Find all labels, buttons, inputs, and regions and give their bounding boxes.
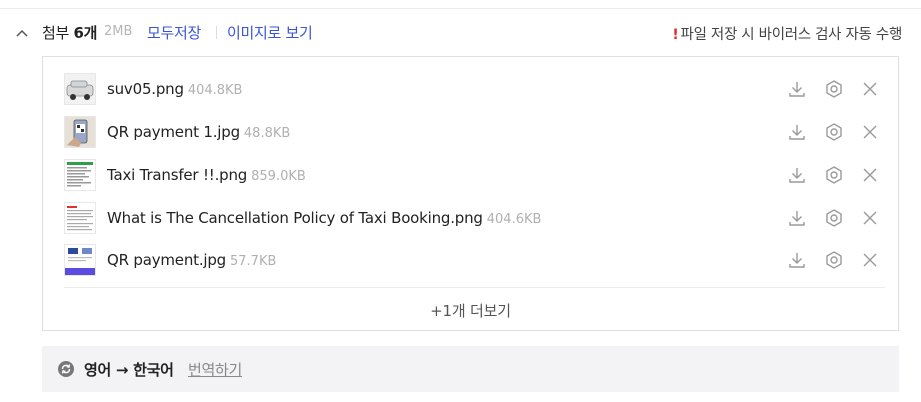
- virus-scan-icon[interactable]: [824, 165, 844, 185]
- file-size: 57.7KB: [230, 254, 277, 269]
- file-name[interactable]: Taxi Transfer !!.png 859.0KB: [107, 166, 306, 184]
- attachment-row: What is The Cancellation Policy of Taxi …: [43, 197, 898, 240]
- attachments-count: 6개: [73, 24, 98, 42]
- show-more-button[interactable]: +1개 더보기: [43, 300, 898, 321]
- virus-scan-icon[interactable]: [824, 79, 844, 99]
- attachments-header: 첨부 6개 2MB 모두저장 이미지로 보기 ! 파일 저장 시 바이러스 검사 …: [0, 17, 921, 47]
- file-thumbnail[interactable]: [64, 116, 96, 148]
- file-thumbnail[interactable]: [64, 202, 96, 234]
- virus-scan-icon[interactable]: [824, 250, 844, 270]
- file-size: 48.8KB: [243, 126, 291, 141]
- download-icon[interactable]: [787, 250, 807, 270]
- attachment-list: suv05.png 404.8KB QR payment 1.jpg 48.8KB: [42, 56, 899, 331]
- download-icon[interactable]: [787, 208, 807, 228]
- file-thumbnail[interactable]: [64, 159, 96, 191]
- file-size: 404.8KB: [187, 83, 243, 98]
- file-name[interactable]: QR payment 1.jpg 48.8KB: [107, 123, 290, 141]
- attachment-row: QR payment.jpg 57.7KB: [43, 239, 898, 282]
- download-icon[interactable]: [787, 79, 807, 99]
- list-divider: [64, 287, 885, 288]
- virus-scan-notice: ! 파일 저장 시 바이러스 검사 자동 수행: [672, 27, 902, 43]
- warning-icon: !: [672, 27, 679, 43]
- close-icon[interactable]: [860, 250, 880, 270]
- save-all-button[interactable]: 모두저장: [147, 22, 201, 43]
- close-icon[interactable]: [860, 208, 880, 228]
- download-icon[interactable]: [787, 165, 807, 185]
- virus-scan-icon[interactable]: [824, 208, 844, 228]
- attachment-row: suv05.png 404.8KB: [43, 68, 898, 111]
- close-icon[interactable]: [860, 165, 880, 185]
- file-name[interactable]: suv05.png 404.8KB: [107, 80, 242, 98]
- translate-icon: [58, 361, 74, 377]
- translation-bar: 영어 → 한국어 번역하기: [42, 346, 899, 392]
- attachment-row: QR payment 1.jpg 48.8KB: [43, 111, 898, 154]
- close-icon[interactable]: [860, 122, 880, 142]
- top-divider: [0, 8, 921, 9]
- translate-button[interactable]: 번역하기: [188, 359, 242, 380]
- translation-languages[interactable]: 영어 → 한국어: [84, 359, 174, 380]
- file-thumbnail[interactable]: [64, 73, 96, 105]
- close-icon[interactable]: [860, 79, 880, 99]
- file-size: 404.6KB: [486, 212, 542, 227]
- file-thumbnail[interactable]: [64, 244, 96, 276]
- attachments-title: 첨부 6개: [42, 24, 98, 42]
- chevron-up-icon[interactable]: [14, 25, 30, 41]
- header-separator: [216, 26, 217, 39]
- file-name[interactable]: QR payment.jpg 57.7KB: [107, 251, 276, 269]
- attachment-row: Taxi Transfer !!.png 859.0KB: [43, 154, 898, 197]
- download-icon[interactable]: [787, 122, 807, 142]
- file-size: 859.0KB: [251, 169, 306, 184]
- virus-scan-icon[interactable]: [824, 122, 844, 142]
- file-name[interactable]: What is The Cancellation Policy of Taxi …: [107, 209, 541, 227]
- view-as-image-button[interactable]: 이미지로 보기: [227, 22, 313, 43]
- attachments-total-size: 2MB: [104, 24, 133, 39]
